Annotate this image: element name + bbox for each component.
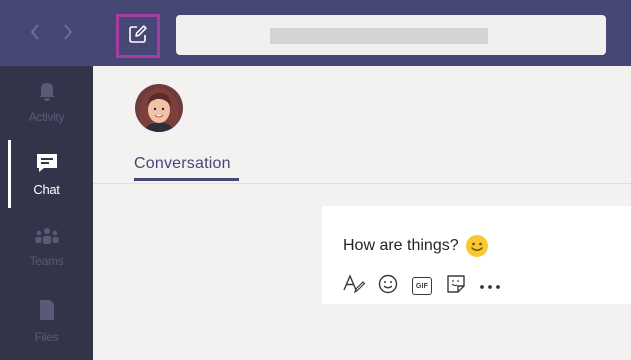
rail-item-teams[interactable]: Teams [0, 226, 93, 268]
top-bar [0, 0, 631, 66]
rail-item-files[interactable]: Files [0, 298, 93, 344]
bell-icon [37, 80, 57, 107]
compose-icon [127, 23, 149, 50]
rail-item-label: Files [34, 330, 59, 344]
more-icon [479, 277, 501, 295]
message-row: How are things? [343, 234, 489, 258]
rail-item-label: Chat [33, 182, 60, 197]
sticker-icon [445, 273, 467, 300]
gif-icon: GIF [412, 277, 432, 295]
chat-icon [35, 152, 59, 179]
format-icon [342, 273, 366, 300]
teams-icon [34, 226, 60, 251]
sticker-button[interactable] [444, 274, 468, 298]
app-rail: Activity Chat Teams Files [0, 66, 93, 360]
search-input[interactable] [176, 15, 606, 55]
forward-arrow-icon[interactable] [58, 22, 78, 42]
new-chat-button[interactable] [116, 14, 160, 58]
emoji-icon [377, 273, 399, 300]
tab-conversation[interactable]: Conversation [134, 155, 231, 173]
more-options-button[interactable] [478, 274, 502, 298]
tab-active-underline [134, 178, 239, 181]
gif-button[interactable]: GIF [410, 274, 434, 298]
rail-item-activity[interactable]: Activity [0, 80, 93, 124]
search-placeholder-bar [270, 28, 488, 44]
back-arrow-icon[interactable] [25, 22, 45, 42]
rail-item-chat[interactable]: Chat [0, 152, 93, 197]
files-icon [38, 298, 56, 327]
format-button[interactable] [342, 273, 366, 300]
tab-divider [93, 183, 631, 184]
gif-label: GIF [415, 282, 429, 290]
emoji-button[interactable] [376, 274, 400, 298]
contact-avatar[interactable] [135, 84, 183, 132]
rail-item-label: Teams [29, 254, 64, 268]
message-text: How are things? [343, 237, 459, 254]
message-card: How are things? GIF [322, 206, 631, 304]
compose-toolbar: GIF [342, 273, 512, 300]
smiley-emoji-icon [465, 234, 489, 258]
rail-item-label: Activity [28, 110, 65, 124]
chat-main: Conversation How are things? GIF [93, 66, 631, 360]
